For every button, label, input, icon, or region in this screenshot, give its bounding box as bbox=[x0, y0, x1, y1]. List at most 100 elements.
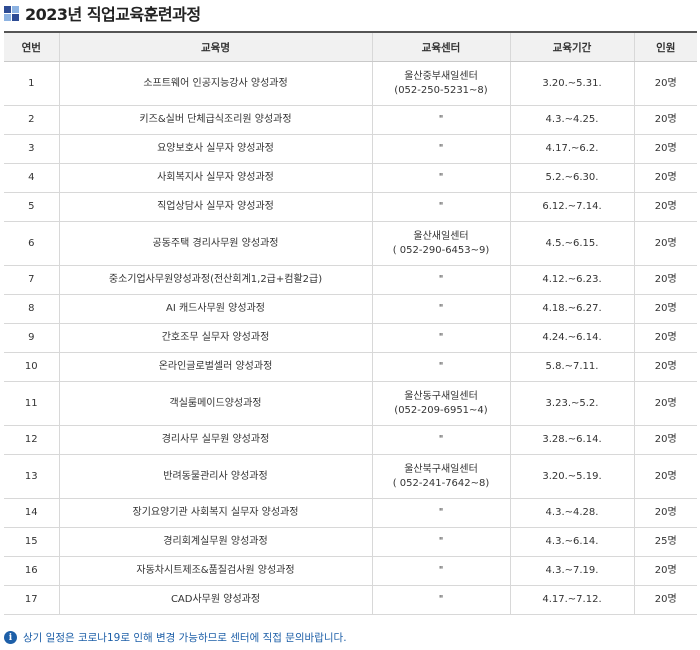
table-row: 6 공동주택 경리사무원 양성과정 울산새일센터 ( 052-290-6453~9) 4… bbox=[4, 221, 697, 266]
cell-count: 20명 bbox=[633, 265, 697, 295]
table-row: 14 장기요양기관 사회복지 실무자 양성과정 " 4.3.~4.28. 20명 bbox=[4, 498, 697, 528]
cell-no: 12 bbox=[4, 425, 60, 455]
cell-period: 4.5.~6.15. bbox=[509, 221, 635, 266]
cell-period: 3.28.~6.14. bbox=[509, 425, 635, 455]
table-row: 13 반려동물관리사 양성과정 울산북구새일센터 ( 052-241-7642~8) 3… bbox=[4, 454, 697, 499]
cell-no: 5 bbox=[4, 192, 60, 222]
header-count: 인원 bbox=[633, 31, 697, 62]
cell-count: 25명 bbox=[633, 527, 697, 557]
cell-no: 8 bbox=[4, 294, 60, 324]
cell-period: 3.23.~5.2. bbox=[509, 381, 635, 426]
cell-no: 17 bbox=[4, 585, 60, 615]
center-name: " bbox=[438, 201, 444, 212]
cell-period: 4.17.~6.2. bbox=[509, 134, 635, 164]
cell-count: 20명 bbox=[633, 221, 697, 266]
center-name: " bbox=[438, 114, 444, 125]
center-name: 울산중부새일센터 bbox=[404, 70, 478, 82]
cell-center: " bbox=[371, 163, 511, 193]
center-name: 울산새일센터 bbox=[413, 230, 469, 242]
cell-course-name: 자동차시트제조&품질검사원 양성과정 bbox=[58, 556, 373, 586]
table-row: 16 자동차시트제조&품질검사원 양성과정 " 4.3.~7.19. 20명 bbox=[4, 556, 697, 586]
cell-count: 20명 bbox=[633, 134, 697, 164]
cell-center: " bbox=[371, 323, 511, 353]
cell-course-name: 온라인글로벌셀러 양성과정 bbox=[58, 352, 373, 382]
center-phone: (052-250-5231~8) bbox=[394, 84, 488, 96]
center-name: " bbox=[438, 507, 444, 518]
cell-no: 10 bbox=[4, 352, 60, 382]
header-period: 교육기간 bbox=[509, 31, 635, 62]
notice: i 상기 일정은 코로나19로 인해 변경 가능하므로 센터에 직접 문의바랍니… bbox=[4, 630, 347, 645]
cell-count: 20명 bbox=[633, 585, 697, 615]
cell-course-name: AI 캐드사무원 양성과정 bbox=[58, 294, 373, 324]
center-name: " bbox=[438, 594, 444, 605]
table-row: 4 사회복지사 실무자 양성과정 " 5.2.~6.30. 20명 bbox=[4, 163, 697, 193]
page-title: 2023년 직업교육훈련과정 bbox=[25, 5, 201, 24]
center-name: " bbox=[438, 565, 444, 576]
cell-period: 5.8.~7.11. bbox=[509, 352, 635, 382]
cell-course-name: 중소기업사무원양성과정(전산회계1,2급+컴활2급) bbox=[58, 265, 373, 295]
center-phone: ( 052-290-6453~9) bbox=[392, 244, 490, 256]
title-squares-icon bbox=[4, 5, 19, 21]
info-icon: i bbox=[4, 631, 17, 644]
cell-center: " bbox=[371, 498, 511, 528]
cell-count: 20명 bbox=[633, 425, 697, 455]
header-course-name: 교육명 bbox=[58, 31, 373, 62]
cell-period: 4.3.~7.19. bbox=[509, 556, 635, 586]
cell-no: 14 bbox=[4, 498, 60, 528]
cell-no: 4 bbox=[4, 163, 60, 193]
table-header-row: 연번 교육명 교육센터 교육기간 인원 bbox=[4, 31, 697, 62]
table-row: 15 경리회계실무원 양성과정 " 4.3.~6.14. 25명 bbox=[4, 527, 697, 557]
cell-center: 울산동구새일센터 (052-209-6951~4) bbox=[371, 381, 511, 426]
table-row: 10 온라인글로벌셀러 양성과정 " 5.8.~7.11. 20명 bbox=[4, 352, 697, 382]
center-name: " bbox=[438, 303, 444, 314]
cell-center: " bbox=[371, 105, 511, 135]
cell-no: 9 bbox=[4, 323, 60, 353]
cell-course-name: 사회복지사 실무자 양성과정 bbox=[58, 163, 373, 193]
cell-center: " bbox=[371, 556, 511, 586]
page-title-bar: 2023년 직업교육훈련과정 bbox=[4, 2, 201, 24]
cell-no: 7 bbox=[4, 265, 60, 295]
table-row: 5 직업상담사 실무자 양성과정 " 6.12.~7.14. 20명 bbox=[4, 192, 697, 222]
notice-text: 상기 일정은 코로나19로 인해 변경 가능하므로 센터에 직접 문의바랍니다. bbox=[23, 632, 347, 644]
cell-no: 13 bbox=[4, 454, 60, 499]
center-phone: (052-209-6951~4) bbox=[394, 404, 488, 416]
cell-course-name: 요양보호사 실무자 양성과정 bbox=[58, 134, 373, 164]
cell-course-name: 장기요양기관 사회복지 실무자 양성과정 bbox=[58, 498, 373, 528]
center-name: 울산북구새일센터 bbox=[404, 463, 478, 475]
cell-center: " bbox=[371, 294, 511, 324]
cell-count: 20명 bbox=[633, 192, 697, 222]
cell-course-name: 경리사무 실무원 양성과정 bbox=[58, 425, 373, 455]
cell-count: 20명 bbox=[633, 294, 697, 324]
cell-count: 20명 bbox=[633, 498, 697, 528]
cell-course-name: 키즈&실버 단체급식조리원 양성과정 bbox=[58, 105, 373, 135]
cell-course-name: 소프트웨어 인공지능강사 양성과정 bbox=[58, 61, 373, 106]
cell-center: " bbox=[371, 425, 511, 455]
cell-course-name: CAD사무원 양성과정 bbox=[58, 585, 373, 615]
center-name: " bbox=[438, 274, 444, 285]
cell-center: 울산새일센터 ( 052-290-6453~9) bbox=[371, 221, 511, 266]
cell-course-name: 객실룸메이드양성과정 bbox=[58, 381, 373, 426]
cell-period: 5.2.~6.30. bbox=[509, 163, 635, 193]
cell-course-name: 공동주택 경리사무원 양성과정 bbox=[58, 221, 373, 266]
cell-count: 20명 bbox=[633, 105, 697, 135]
cell-count: 20명 bbox=[633, 323, 697, 353]
cell-no: 2 bbox=[4, 105, 60, 135]
cell-center: " bbox=[371, 585, 511, 615]
cell-no: 11 bbox=[4, 381, 60, 426]
cell-center: " bbox=[371, 352, 511, 382]
cell-center: " bbox=[371, 527, 511, 557]
table-body: 1 소프트웨어 인공지능강사 양성과정 울산중부새일센터 (052-250-5231~… bbox=[4, 61, 697, 615]
cell-course-name: 경리회계실무원 양성과정 bbox=[58, 527, 373, 557]
cell-period: 4.3.~6.14. bbox=[509, 527, 635, 557]
cell-center: 울산중부새일센터 (052-250-5231~8) bbox=[371, 61, 511, 106]
cell-period: 4.18.~6.27. bbox=[509, 294, 635, 324]
cell-center: 울산북구새일센터 ( 052-241-7642~8) bbox=[371, 454, 511, 499]
table-row: 3 요양보호사 실무자 양성과정 " 4.17.~6.2. 20명 bbox=[4, 134, 697, 164]
table-row: 8 AI 캐드사무원 양성과정 " 4.18.~6.27. 20명 bbox=[4, 294, 697, 324]
cell-no: 3 bbox=[4, 134, 60, 164]
table-row: 1 소프트웨어 인공지능강사 양성과정 울산중부새일센터 (052-250-5231~… bbox=[4, 61, 697, 106]
cell-count: 20명 bbox=[633, 352, 697, 382]
course-table: 연번 교육명 교육센터 교육기간 인원 1 소프트웨어 인공지능강사 양성과정 울산… bbox=[4, 31, 697, 615]
cell-course-name: 간호조무 실무자 양성과정 bbox=[58, 323, 373, 353]
table-row: 17 CAD사무원 양성과정 " 4.17.~7.12. 20명 bbox=[4, 585, 697, 615]
